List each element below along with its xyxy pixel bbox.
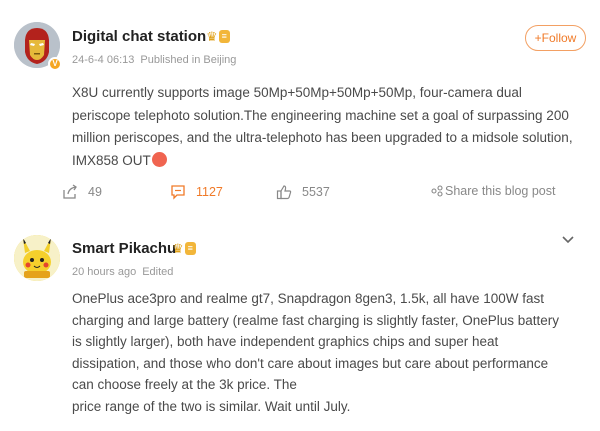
emoji-icon <box>151 151 167 167</box>
rank-badge: ♛ ≡ <box>203 29 233 44</box>
comment-line: price range of the two is similar. Wait … <box>72 398 351 414</box>
post-actions: 49 1127 5537 Share this blog post <box>0 184 600 206</box>
comment-line: charging and large battery (realme fast … <box>72 312 559 328</box>
edited-label: Edited <box>142 266 174 278</box>
comment-button[interactable]: 1127 <box>170 184 223 200</box>
post-text: X8U currently supports image 50Mp+50Mp+5… <box>72 85 573 168</box>
follow-button[interactable]: +Follow <box>525 25 586 51</box>
rank-tag: ≡ <box>218 30 230 43</box>
rank-tag: ≡ <box>184 242 196 255</box>
comment-line: dissipation, and those who don't care ab… <box>72 355 549 371</box>
post-meta: 24-6-4 06:13 Published in Beijing <box>72 54 236 66</box>
author-name[interactable]: Smart Pikachu <box>72 240 176 257</box>
comment-smart-pikachu: Smart Pikachu ♛ ≡ 20 hours ago Edited One… <box>0 225 600 431</box>
share-blog-post-link[interactable]: Share this blog post <box>431 184 556 198</box>
like-button[interactable]: 5537 <box>276 184 330 200</box>
chevron-down-icon <box>562 236 574 244</box>
share-count: 49 <box>88 185 102 199</box>
share-button[interactable]: 49 <box>62 184 102 200</box>
post-date: 24-6-4 06:13 <box>72 54 135 66</box>
share-arrow-icon <box>63 184 77 199</box>
post-digital-chat-station: V Digital chat station ♛ ≡ 24-6-4 06:13 P… <box>0 0 600 225</box>
comment-meta: 20 hours ago Edited <box>72 266 173 278</box>
post-location: Published in Beijing <box>140 54 237 66</box>
crown-icon: ♛ <box>172 241 184 256</box>
pikachu-avatar-icon <box>14 235 60 281</box>
comment-line: OnePlus ace3pro and realme gt7, Snapdrag… <box>72 291 545 306</box>
share-blog-label: Share this blog post <box>445 184 556 198</box>
thumbs-up-icon <box>276 185 292 200</box>
post-body: X8U currently supports image 50Mp+50Mp+5… <box>72 82 582 172</box>
like-count: 5537 <box>302 185 330 199</box>
link-icon <box>431 185 443 197</box>
crown-icon: ♛ <box>206 29 218 44</box>
author-avatar[interactable] <box>14 235 60 281</box>
verified-badge-icon: V <box>48 57 62 71</box>
comment-body: OnePlus ace3pro and realme gt7, Snapdrag… <box>72 288 582 417</box>
rank-badge: ♛ ≡ <box>169 241 199 256</box>
comment-count: 1127 <box>196 185 223 199</box>
comment-line: can choose freely at the 3k price. The <box>72 377 297 392</box>
comment-time: 20 hours ago <box>72 266 137 278</box>
more-menu-button[interactable] <box>561 232 575 250</box>
author-name[interactable]: Digital chat station <box>72 28 206 45</box>
comment-bubble-icon <box>171 185 185 200</box>
comment-line: is slightly larger), both have independe… <box>72 334 499 349</box>
